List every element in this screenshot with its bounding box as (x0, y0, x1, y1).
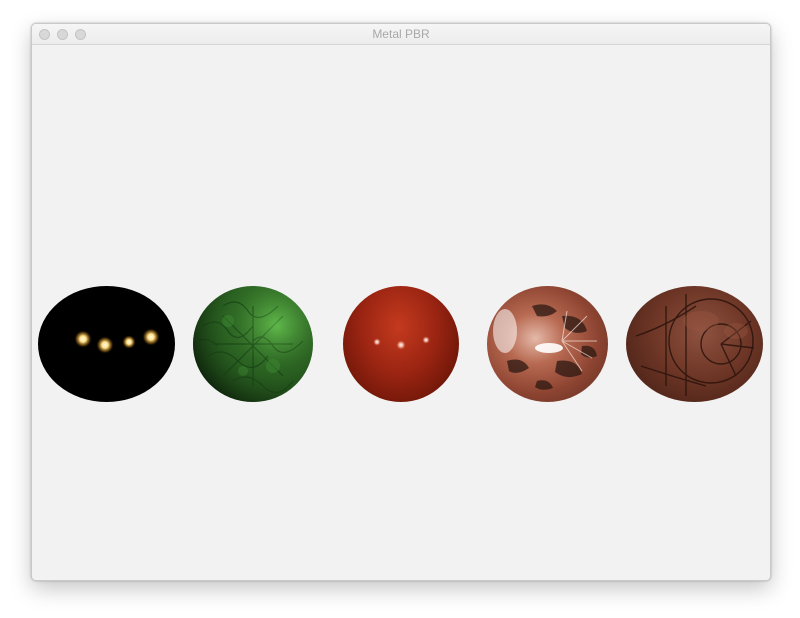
sphere-rusted-panels (626, 286, 763, 402)
sphere-glossy-red (343, 286, 459, 402)
sphere-green-textured (193, 286, 313, 402)
title-bar[interactable]: Metal PBR (32, 24, 770, 45)
sphere-emissive-lights (38, 286, 175, 402)
window-title: Metal PBR (372, 27, 430, 41)
sphere-copper-map (487, 286, 608, 402)
app-window: Metal PBR (31, 23, 771, 581)
render-viewport[interactable] (32, 45, 770, 580)
